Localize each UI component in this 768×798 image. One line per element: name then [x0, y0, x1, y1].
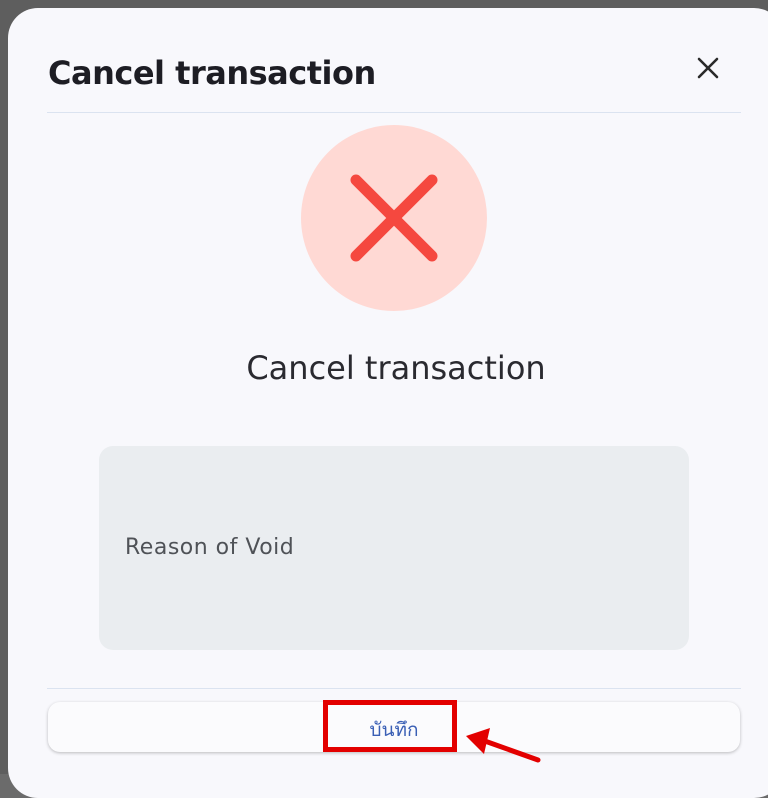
- footer-divider: [47, 688, 741, 689]
- dialog-title: Cancel transaction: [48, 54, 376, 92]
- x-mark-icon: [350, 174, 438, 262]
- cancel-transaction-dialog: Cancel transaction Cancel transaction Re…: [8, 8, 768, 798]
- reason-placeholder: Reason of Void: [125, 535, 295, 560]
- dialog-message: Cancel transaction: [246, 349, 546, 387]
- header-divider: [47, 112, 741, 113]
- close-button[interactable]: [692, 52, 724, 84]
- save-button-label: บันทึก: [369, 719, 419, 741]
- close-icon: [697, 57, 719, 79]
- reason-of-void-input[interactable]: Reason of Void: [99, 446, 689, 650]
- error-status-badge: [301, 125, 487, 311]
- save-button[interactable]: บันทึก: [48, 702, 740, 752]
